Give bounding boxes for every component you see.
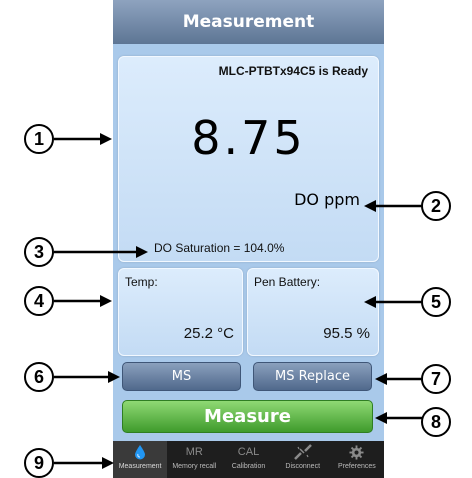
drop-icon [134,441,146,463]
tab-memory-recall[interactable]: MR Memory recall [167,441,221,478]
app-screen: Measurement MLC-PTBTx94C5 is Ready 8.75 … [113,0,384,478]
tab-label: Preferences [338,463,376,470]
callout-8-arrow [375,412,422,424]
device-status: MLC-PTBTx94C5 is Ready [218,64,368,78]
page-title: Measurement [113,0,384,44]
callout-6: 6 [24,362,54,392]
callout-5: 5 [421,287,451,317]
callout-9: 9 [24,448,54,478]
callout-1: 1 [24,124,54,154]
callout-3: 3 [24,237,54,267]
reading-panel: MLC-PTBTx94C5 is Ready 8.75 DO ppm DO Sa… [118,56,379,262]
reading-unit: DO ppm [294,190,360,209]
tab-label: Memory recall [172,463,217,470]
battery-panel: Pen Battery: 95.5 % [247,268,379,356]
temp-panel: Temp: 25.2 °C [118,268,243,356]
battery-label: Pen Battery: [254,275,321,289]
disconnect-icon [293,441,313,463]
mr-icon: MR [185,446,203,458]
callout-7-arrow [375,373,422,385]
callout-6-arrow [54,371,120,383]
temp-label: Temp: [125,275,158,289]
ms-button[interactable]: MS [122,362,241,391]
tab-disconnect[interactable]: Disconnect [276,441,330,478]
reading-value: 8.75 [191,111,306,165]
callout-4-arrow [54,295,112,307]
gear-icon [349,441,364,463]
callout-8: 8 [421,407,451,437]
tab-measurement[interactable]: Measurement [113,441,168,478]
callout-5-arrow [364,296,422,308]
callout-1-arrow [54,133,112,145]
callout-7: 7 [421,364,451,394]
tab-bar: Measurement MR Memory recall CAL Calibra… [113,441,384,478]
tab-label: Calibration [231,463,266,470]
callout-4: 4 [24,286,54,316]
callout-2: 2 [421,191,451,221]
tab-label: Measurement [118,463,162,470]
temp-value: 25.2 °C [183,325,234,342]
measure-button[interactable]: Measure [122,400,373,433]
callout-2-arrow [364,200,422,212]
callout-3-arrow [54,246,148,258]
ms-replace-button[interactable]: MS Replace [253,362,372,391]
cal-icon: CAL [237,446,260,458]
callout-9-arrow [54,457,114,469]
tab-preferences[interactable]: Preferences [330,441,384,478]
do-saturation: DO Saturation = 104.0% [154,241,285,255]
battery-value: 95.5 % [323,325,370,342]
tab-calibration[interactable]: CAL Calibration [221,441,275,478]
tab-label: Disconnect [285,463,321,470]
